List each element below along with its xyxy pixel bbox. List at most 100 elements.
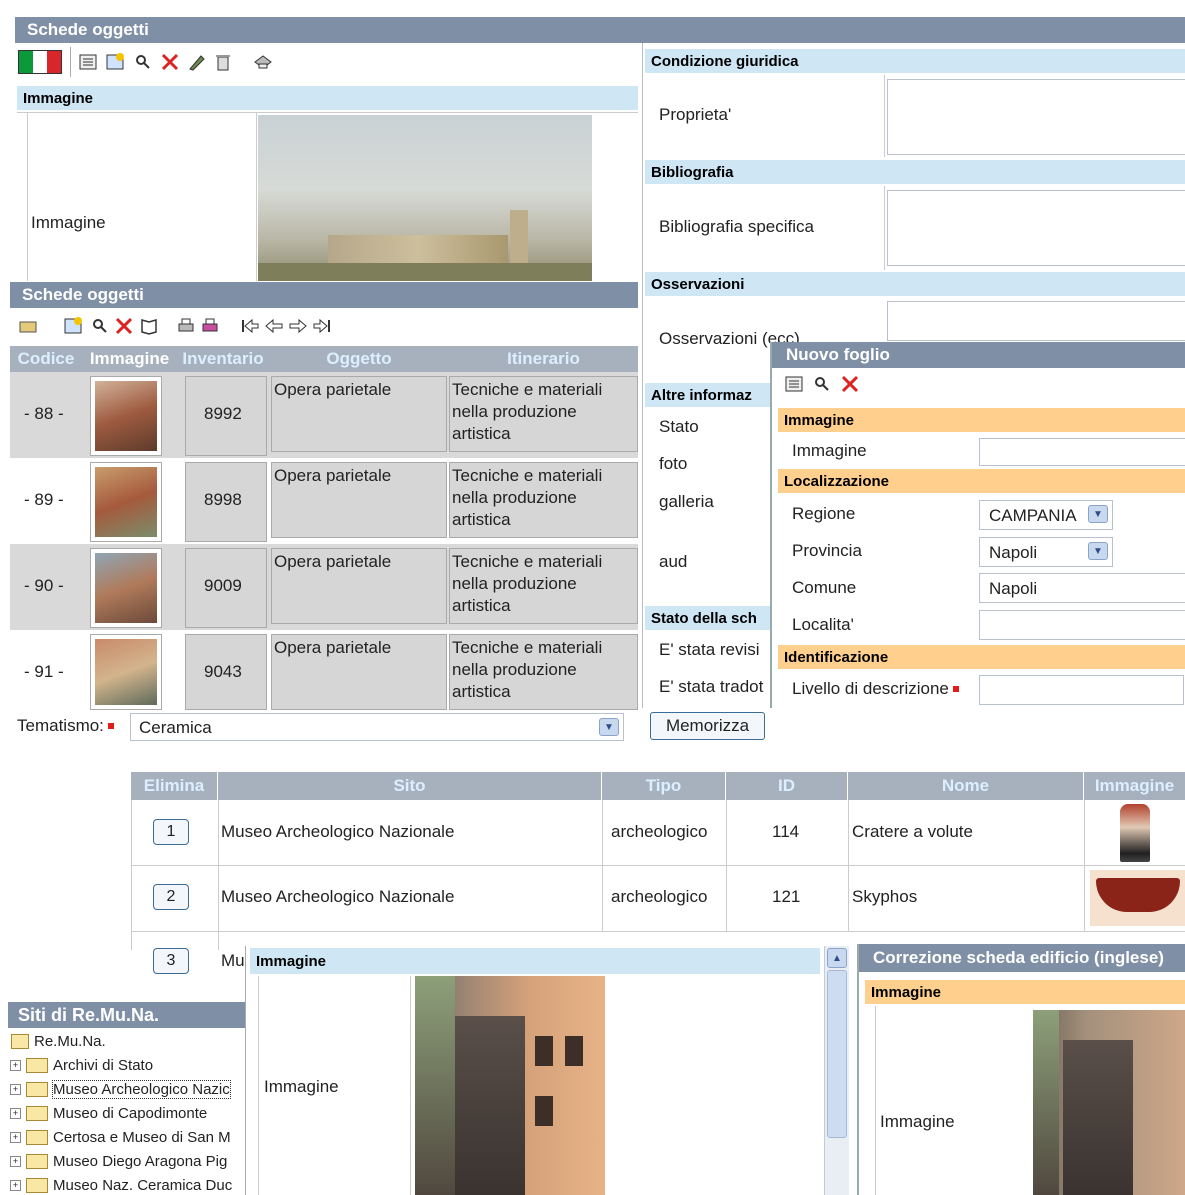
chevron-down-icon[interactable]: ▼ [1088, 505, 1108, 523]
tree-item[interactable]: + Museo Archeologico Nazic [8, 1077, 245, 1101]
sites-table-body: 1 Museo Archeologico Nazionale archeolog… [131, 800, 1185, 974]
thumbnail-image[interactable] [90, 376, 162, 456]
livello-field[interactable] [979, 675, 1184, 705]
nuovo-foglio-title-bar: Nuovo foglio [772, 342, 1185, 368]
table-row[interactable]: - 89 - 8998 Opera parietale Tecniche e m… [10, 458, 638, 544]
codice-cell: - 90 - [24, 576, 64, 595]
edit-icon[interactable] [187, 52, 207, 72]
col-codice[interactable]: Codice [10, 346, 82, 372]
col-sito[interactable]: Sito [217, 772, 601, 800]
search-icon[interactable] [133, 52, 153, 72]
chevron-down-icon[interactable]: ▼ [1088, 542, 1108, 560]
inventario-cell: 9009 [204, 576, 242, 595]
panel1-title: Schede oggetti [27, 20, 149, 39]
vase-thumbnail-image[interactable] [1120, 804, 1150, 862]
expand-icon: + [10, 1131, 21, 1143]
panel1-image-row: Immagine [17, 112, 638, 281]
delete-row-button[interactable]: 3 [153, 948, 189, 974]
nf-localita-label: Localita' [792, 615, 854, 634]
italian-flag-icon[interactable] [18, 50, 62, 74]
provincia-select[interactable]: Napoli ▼ [979, 537, 1113, 567]
regione-select[interactable]: CAMPANIA ▼ [979, 500, 1113, 530]
expand-icon: + [10, 1083, 21, 1095]
proprieta-field[interactable] [887, 79, 1185, 155]
col-itinerario[interactable]: Itinerario [449, 346, 638, 372]
list-icon[interactable] [784, 374, 804, 394]
folder-icon[interactable] [18, 316, 38, 336]
col-elimina[interactable]: Elimina [131, 772, 217, 800]
print-color-icon[interactable] [200, 316, 220, 336]
nf-sec-identificazione: Identificazione [778, 645, 1185, 669]
scroll-up-icon[interactable]: ▲ [827, 948, 847, 968]
book-icon[interactable] [139, 316, 159, 336]
col-id[interactable]: ID [725, 772, 847, 800]
print-icon[interactable] [253, 52, 273, 72]
sito-cell: Museo Archeologico Nazionale [221, 887, 455, 906]
memorizza-button[interactable]: Memorizza [650, 712, 765, 740]
tree-item[interactable]: + Certosa e Museo di San M [8, 1125, 245, 1149]
print-icon[interactable] [176, 316, 196, 336]
delete-icon[interactable] [160, 52, 180, 72]
nf-sec-immagine: Immagine [778, 408, 1185, 432]
thumbnail-image[interactable] [90, 634, 162, 710]
required-marker-icon [952, 686, 959, 692]
col-tipo[interactable]: Tipo [601, 772, 725, 800]
tree-item[interactable]: + Archivi di Stato [8, 1053, 245, 1077]
delete-icon[interactable] [114, 316, 134, 336]
list-icon[interactable] [78, 52, 98, 72]
delete-row-button[interactable]: 1 [153, 819, 189, 845]
new-record-icon[interactable] [63, 316, 83, 336]
thumbnail-image[interactable] [90, 548, 162, 628]
inventario-cell: 8992 [204, 404, 242, 423]
folder-icon [26, 1081, 48, 1097]
scrollbar[interactable]: ▲ [824, 946, 849, 1195]
table-row[interactable]: - 91 - 9043 Opera parietale Tecniche e m… [10, 630, 638, 710]
siti-title-bar: Siti di Re.Mu.Na. [8, 1002, 245, 1028]
bibliografia-field[interactable] [887, 190, 1185, 266]
chevron-down-icon[interactable]: ▼ [599, 718, 619, 736]
next-page-icon[interactable] [288, 316, 308, 336]
correzione-image-label: Immagine [880, 1112, 955, 1131]
itinerario-cell: Tecniche e materiali nella produzione ar… [452, 380, 603, 443]
table-row[interactable]: - 90 - 9009 Opera parietale Tecniche e m… [10, 544, 638, 630]
delete-row-button[interactable]: 2 [153, 884, 189, 910]
thumbnail-image[interactable] [90, 462, 162, 542]
tree-item[interactable]: + Museo di Capodimonte [8, 1101, 245, 1125]
id-cell: 121 [772, 887, 801, 906]
sec-condizione: Condizione giuridica [645, 49, 1185, 73]
sec-bibliografia: Bibliografia [645, 160, 1185, 184]
scroll-thumb[interactable] [827, 970, 847, 1138]
delete-icon[interactable] [840, 374, 860, 394]
comune-field[interactable]: Napoli [979, 573, 1185, 603]
new-record-icon[interactable] [105, 52, 125, 72]
osservazioni-field[interactable] [887, 301, 1185, 341]
panel1-title-bar: Schede oggetti [15, 17, 1185, 43]
first-page-icon[interactable] [240, 316, 260, 336]
section-image-label: Immagine [23, 89, 94, 107]
localita-field[interactable] [979, 610, 1185, 640]
codice-cell: - 88 - [24, 404, 64, 423]
foto-label: foto [659, 454, 688, 473]
prev-page-icon[interactable] [264, 316, 284, 336]
expand-icon: + [10, 1059, 21, 1071]
trash-icon[interactable] [213, 52, 233, 72]
tree-root[interactable]: Re.Mu.Na. [8, 1029, 245, 1053]
immagine-panel-section: Immagine [250, 948, 820, 974]
col-inventario[interactable]: Inventario [177, 346, 269, 372]
tree-item[interactable]: + Museo Naz. Ceramica Duc [8, 1173, 245, 1195]
nf-livello-label: Livello di descrizione [792, 679, 959, 699]
col-immagine[interactable]: Immagine [1083, 772, 1185, 800]
col-nome[interactable]: Nome [847, 772, 1083, 800]
aud-label: aud [659, 552, 688, 571]
col-oggetto[interactable]: Oggetto [269, 346, 449, 372]
sites-header: Elimina Sito Tipo ID Nome Immagine [131, 772, 1185, 800]
skyphos-thumbnail-image[interactable] [1090, 870, 1185, 926]
table-row[interactable]: - 88 - 8992 Opera parietale Tecniche e m… [10, 372, 638, 458]
tree-item[interactable]: + Museo Diego Aragona Pig [8, 1149, 245, 1173]
col-immagine[interactable]: Immagine [82, 346, 177, 372]
tematismo-select[interactable]: Ceramica ▼ [130, 713, 624, 741]
search-icon[interactable] [812, 374, 832, 394]
nf-immagine-field[interactable] [979, 438, 1185, 466]
search-icon[interactable] [90, 316, 110, 336]
last-page-icon[interactable] [312, 316, 332, 336]
